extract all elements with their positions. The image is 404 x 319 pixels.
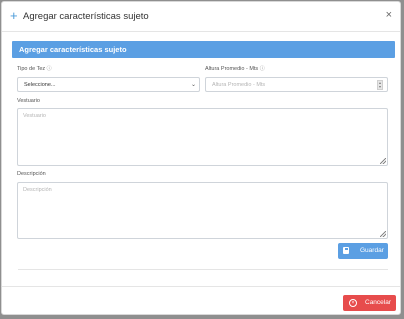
altura-input[interactable]: Altura Promedio - Mts — [205, 77, 388, 92]
help-icon: ⓘ — [46, 66, 52, 72]
number-spinner[interactable] — [377, 80, 383, 90]
descripcion-label: Descripción — [17, 171, 46, 177]
tipo-tez-label: Tipo de Tez ⓘ — [17, 66, 52, 72]
save-icon — [343, 247, 349, 254]
descripcion-placeholder: Descripción — [23, 187, 52, 193]
close-icon[interactable]: × — [386, 9, 392, 21]
modal-header: + Agregar características sujeto × — [2, 2, 400, 32]
panel-heading-text: Agregar características sujeto — [19, 45, 127, 54]
cancel-button[interactable]: × Cancelar — [343, 295, 396, 311]
plus-icon: + — [10, 8, 18, 23]
vestuario-label: Vestuario — [17, 98, 40, 104]
save-label: Guardar — [360, 247, 384, 254]
help-icon: ⓘ — [259, 66, 265, 72]
vestuario-textarea[interactable]: Vestuario — [17, 108, 388, 166]
tipo-tez-select[interactable]: Seleccione... ⌄ — [17, 77, 200, 92]
divider — [18, 269, 388, 270]
panel-heading: Agregar características sujeto — [12, 41, 395, 58]
altura-placeholder: Altura Promedio - Mts — [212, 82, 266, 88]
save-button[interactable]: Guardar — [338, 243, 388, 259]
add-characteristics-modal: + Agregar características sujeto × Agreg… — [1, 1, 401, 315]
cancel-circle-icon: × — [349, 299, 357, 307]
modal-title: Agregar características sujeto — [23, 11, 149, 22]
chevron-down-icon: ⌄ — [190, 82, 196, 88]
altura-label: Altura Promedio - Mts ⓘ — [205, 66, 265, 72]
resize-grip-icon[interactable] — [380, 158, 386, 164]
vestuario-placeholder: Vestuario — [23, 113, 46, 119]
footer-divider — [2, 286, 400, 287]
tipo-tez-selected: Seleccione... — [24, 82, 56, 88]
resize-grip-icon[interactable] — [380, 231, 386, 237]
descripcion-textarea[interactable]: Descripción — [17, 182, 388, 239]
cancel-label: Cancelar — [365, 299, 392, 306]
